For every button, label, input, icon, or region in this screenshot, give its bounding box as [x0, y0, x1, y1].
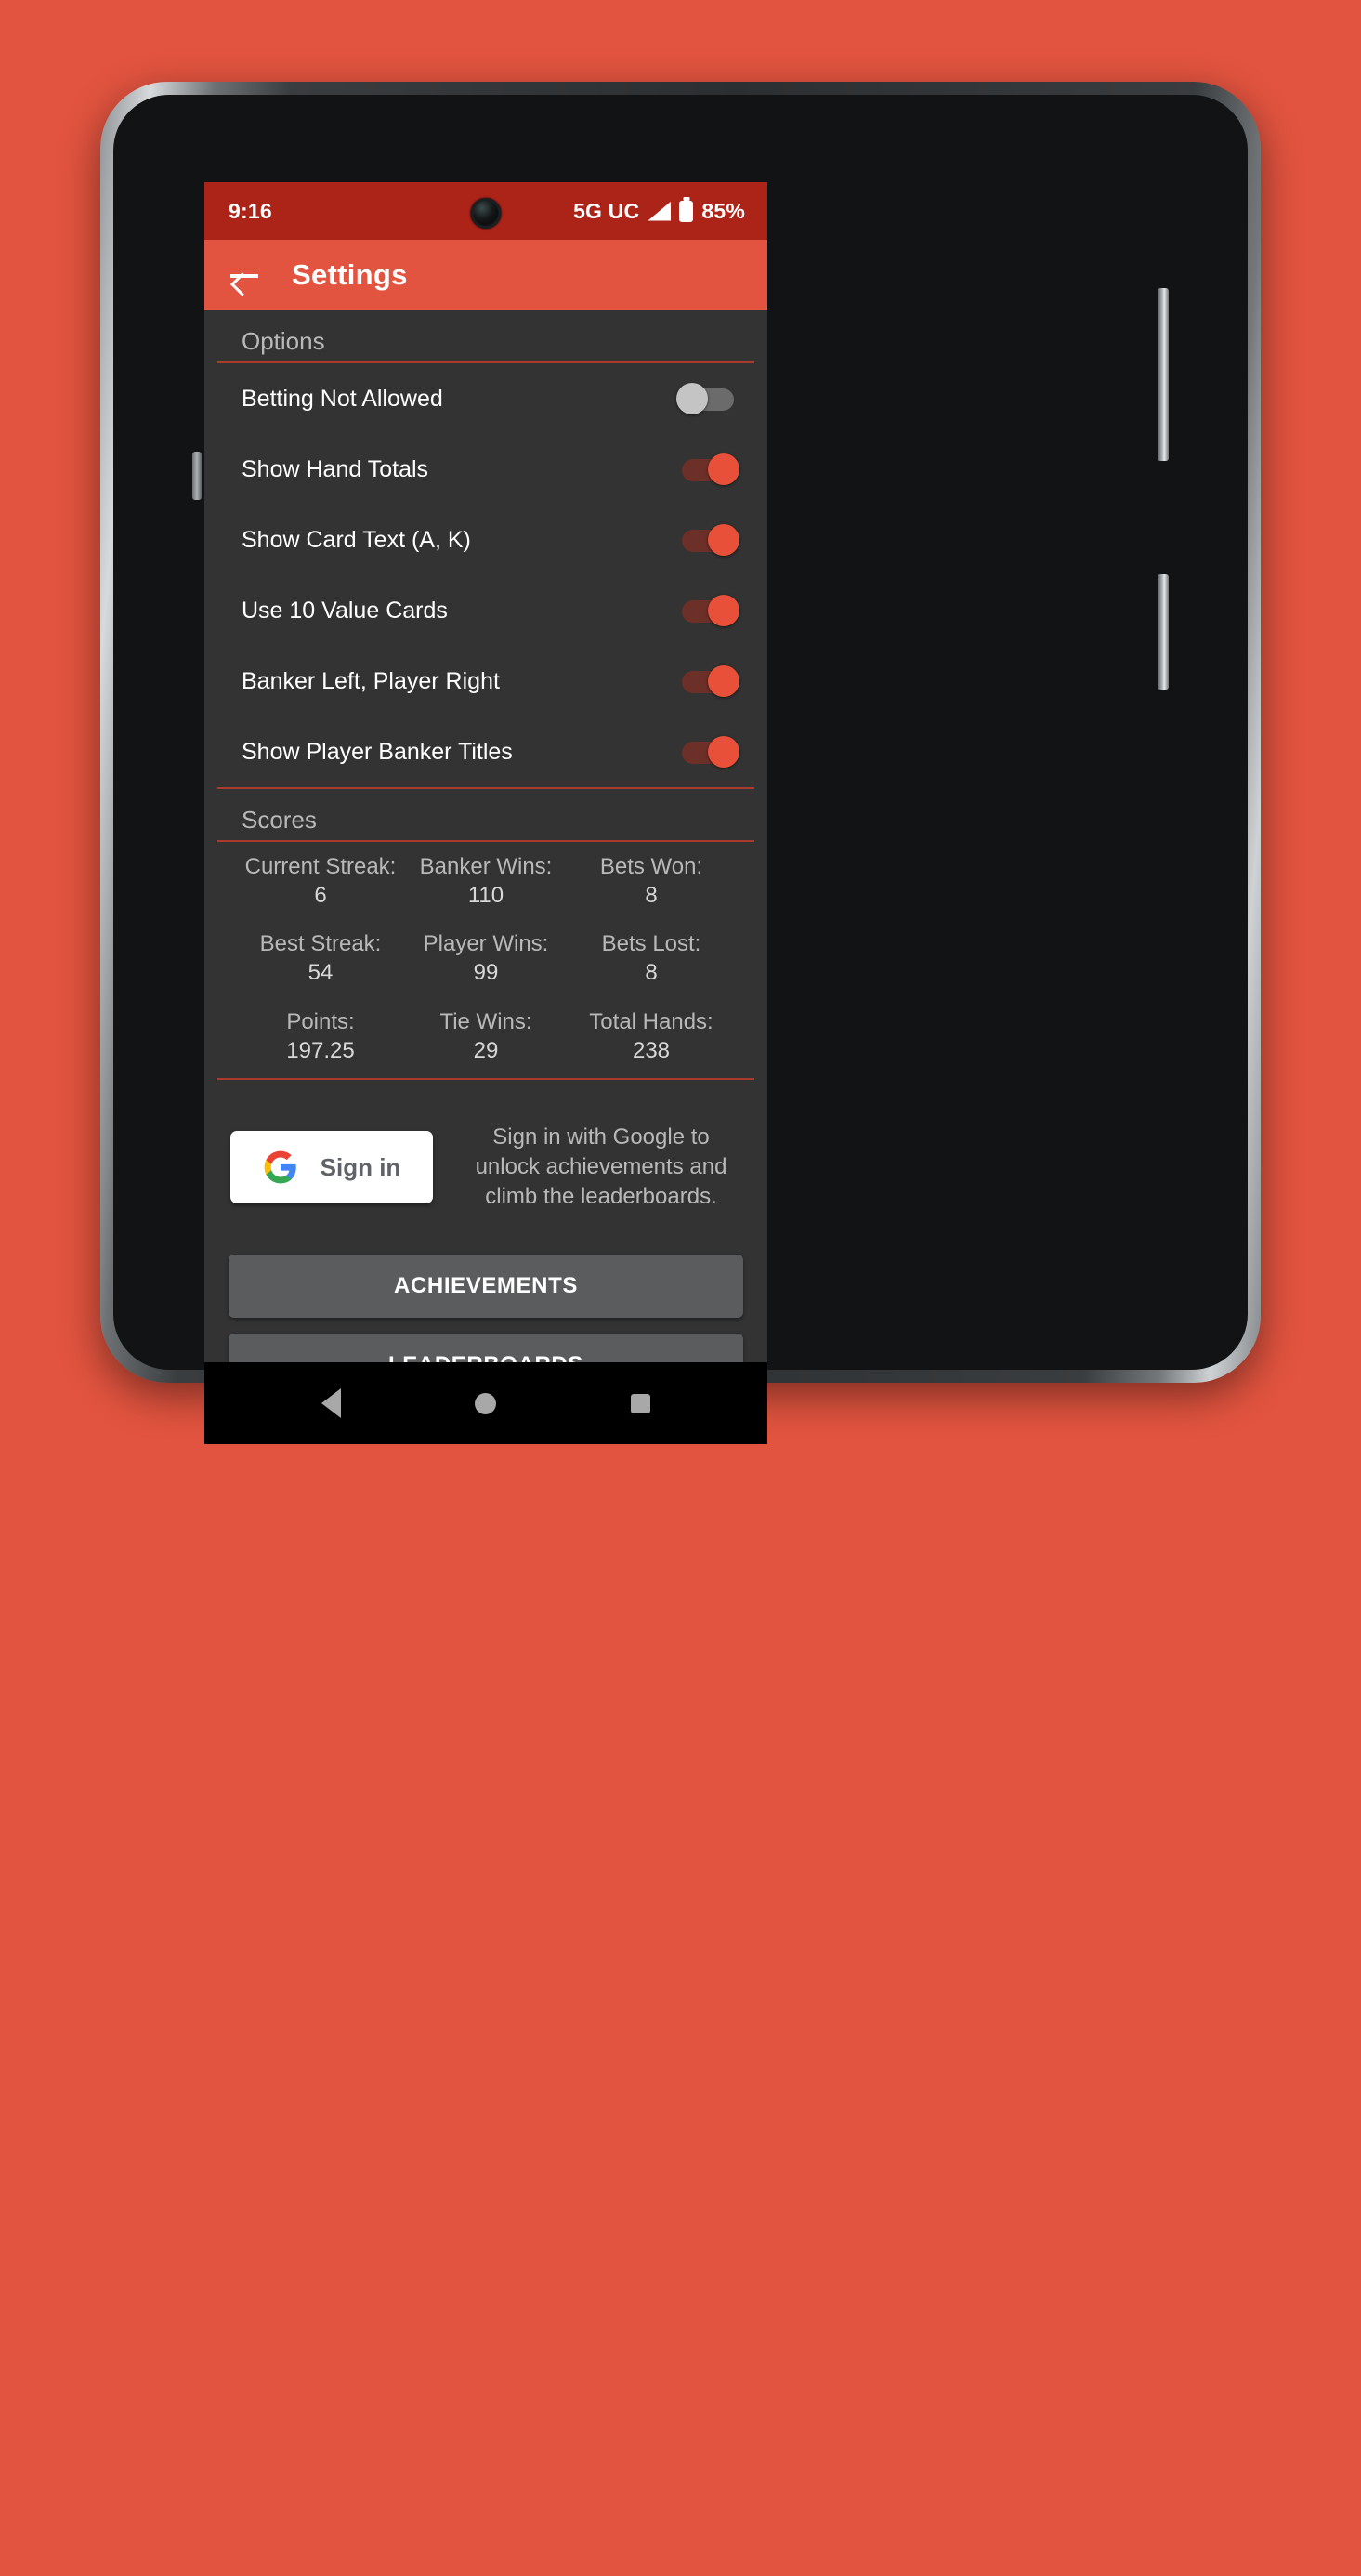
achievements-button[interactable]: ACHIEVEMENTS	[229, 1255, 743, 1319]
score-cell-current-streak: Current Streak: 6	[238, 853, 403, 910]
side-button-left[interactable]	[192, 452, 202, 500]
status-bar-battery-percent: 85%	[701, 198, 745, 223]
toggle-show-hand-totals[interactable]	[676, 453, 739, 485]
app-bar: Settings	[204, 240, 767, 310]
score-value: 29	[473, 1037, 499, 1063]
phone-screen: 9:16 5G UC 85% Settings Options Betting …	[204, 182, 767, 1444]
option-row-show-player-banker-titles[interactable]: Show Player Banker Titles	[217, 716, 754, 787]
score-label: Bets Won:	[599, 854, 703, 879]
google-signin-label: Sign in	[320, 1152, 401, 1181]
score-label: Player Wins:	[423, 931, 549, 957]
toggle-banker-left-player-right[interactable]	[676, 665, 739, 697]
score-label: Total Hands:	[589, 1008, 713, 1034]
option-row-betting-not-allowed[interactable]: Betting Not Allowed	[217, 363, 754, 434]
score-label: Best Streak:	[259, 931, 382, 957]
option-label: Show Player Banker Titles	[242, 738, 513, 765]
google-signin-button[interactable]: Sign in	[230, 1131, 433, 1204]
page-title: Settings	[292, 258, 408, 291]
score-cell-total-hands: Total Hands: 238	[569, 1008, 734, 1065]
status-bar-network: 5G UC	[573, 198, 640, 223]
score-label: Points:	[286, 1008, 355, 1034]
score-cell-bets-won: Bets Won: 8	[569, 853, 734, 910]
scores-section-header: Scores	[217, 789, 754, 842]
option-label: Banker Left, Player Right	[242, 667, 500, 694]
option-label: Betting Not Allowed	[242, 385, 443, 412]
option-row-show-card-text[interactable]: Show Card Text (A, K)	[217, 505, 754, 575]
score-value: 99	[473, 960, 499, 986]
score-cell-bets-lost: Bets Lost: 8	[569, 930, 734, 987]
option-row-show-hand-totals[interactable]: Show Hand Totals	[217, 434, 754, 505]
options-section-header: Options	[217, 310, 754, 363]
score-value: 197.25	[286, 1037, 355, 1063]
power-button[interactable]	[1158, 574, 1169, 690]
option-row-use-10-value-cards[interactable]: Use 10 Value Cards	[217, 575, 754, 646]
screen-surface: 9:16 5G UC 85% Settings Options Betting …	[204, 182, 767, 1444]
toggle-betting-not-allowed[interactable]	[676, 383, 734, 414]
toggle-thumb	[708, 595, 739, 626]
toggle-thumb	[708, 736, 739, 768]
score-cell-best-streak: Best Streak: 54	[238, 930, 403, 987]
volume-button[interactable]	[1158, 288, 1169, 461]
score-value: 8	[645, 960, 658, 986]
option-label: Show Card Text (A, K)	[242, 526, 471, 553]
nav-back-icon[interactable]	[321, 1388, 342, 1418]
google-g-icon	[264, 1150, 296, 1184]
scores-grid: Current Streak: 6 Banker Wins: 110 Bets …	[217, 842, 754, 1081]
score-label: Banker Wins:	[419, 854, 553, 879]
toggle-thumb	[708, 665, 739, 697]
signal-bars-icon	[648, 201, 672, 221]
score-cell-player-wins: Player Wins: 99	[403, 930, 569, 987]
toggle-thumb	[708, 524, 739, 556]
nav-recents-icon[interactable]	[630, 1393, 650, 1413]
score-label: Bets Lost:	[601, 931, 701, 957]
phone-frame: 9:16 5G UC 85% Settings Options Betting …	[100, 82, 1261, 1444]
option-label: Use 10 Value Cards	[242, 597, 448, 624]
nav-home-icon[interactable]	[475, 1392, 497, 1414]
score-value: 8	[645, 882, 658, 908]
score-cell-points: Points: 197.25	[238, 1008, 403, 1065]
score-cell-tie-wins: Tie Wins: 29	[403, 1008, 569, 1065]
toggle-use-10-value-cards[interactable]	[676, 595, 739, 626]
android-navigation-bar	[204, 1362, 767, 1444]
option-row-banker-left-player-right[interactable]: Banker Left, Player Right	[217, 646, 754, 716]
back-arrow-icon[interactable]	[229, 259, 260, 291]
google-signin-area: Sign in Sign in with Google to unlock ac…	[204, 1080, 767, 1255]
toggle-thumb	[676, 383, 708, 414]
toggle-thumb	[708, 453, 739, 485]
option-label: Show Hand Totals	[242, 455, 429, 482]
toggle-show-player-banker-titles[interactable]	[676, 736, 739, 768]
battery-icon	[679, 200, 694, 222]
score-value: 238	[632, 1037, 671, 1063]
toggle-show-card-text[interactable]	[676, 524, 739, 556]
status-bar-right-group: 5G UC 85%	[573, 199, 745, 224]
status-bar: 9:16 5G UC 85%	[204, 182, 767, 240]
signin-description: Sign in with Google to unlock achievemen…	[475, 1124, 727, 1210]
score-cell-banker-wins: Banker Wins: 110	[403, 853, 569, 910]
score-label: Current Streak:	[244, 854, 397, 879]
settings-content: Options Betting Not Allowed Show Hand To…	[204, 310, 767, 1444]
score-value: 6	[314, 882, 327, 908]
score-value: 110	[467, 882, 504, 908]
status-bar-time: 9:16	[229, 198, 272, 223]
score-label: Tie Wins:	[439, 1008, 532, 1034]
score-value: 54	[308, 960, 334, 986]
front-camera-punch-hole-icon	[470, 198, 502, 229]
